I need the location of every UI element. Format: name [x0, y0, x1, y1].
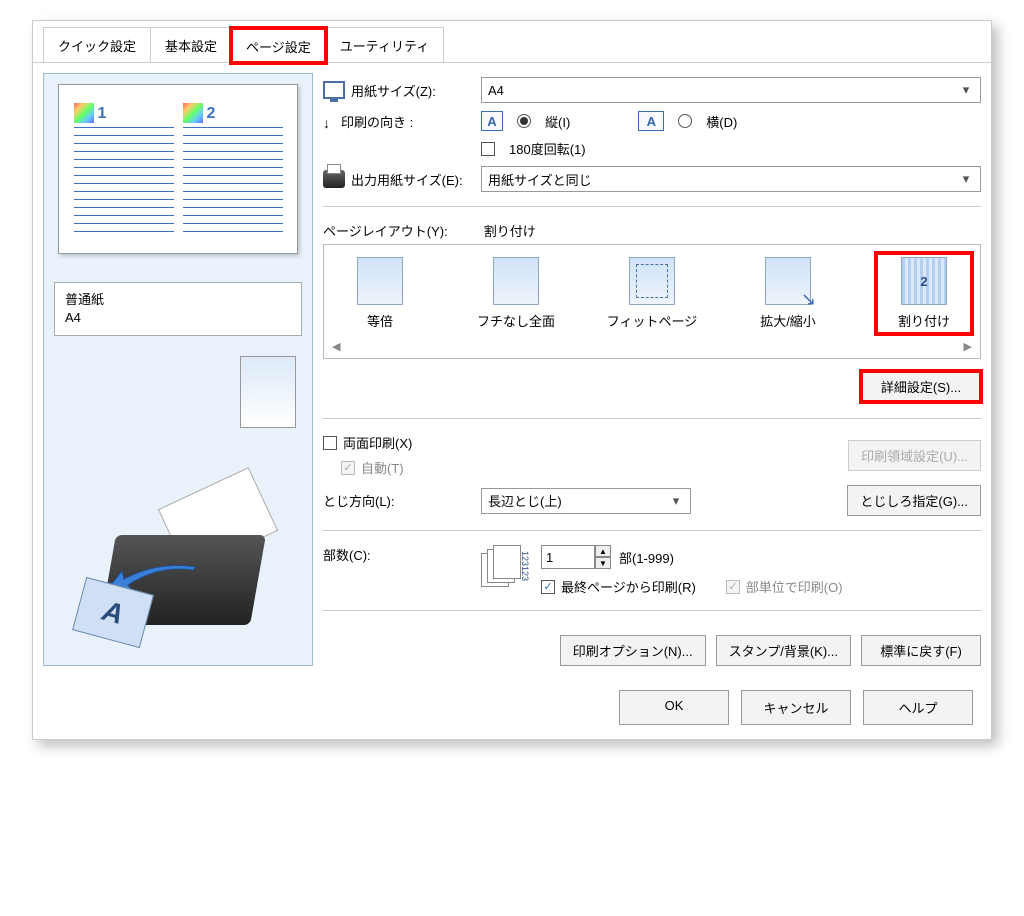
layout-option-nup[interactable]: 2 割り付け	[876, 253, 972, 334]
reverse-order-checkbox[interactable]: ✓	[541, 580, 555, 594]
printer-settings-dialog: クイック設定 基本設定 ページ設定 ユーティリティ 1 2	[32, 20, 992, 740]
auto-duplex-checkbox: ✓	[341, 461, 355, 475]
page-number: 2	[207, 105, 216, 123]
tab-basic-settings[interactable]: 基本設定	[150, 27, 232, 62]
copies-icon-numbers: 123123	[520, 551, 529, 581]
copies-range-label: 部(1-999)	[619, 548, 674, 567]
monitor-icon	[323, 81, 345, 99]
output-paper-size-value: 用紙サイズと同じ	[488, 170, 592, 189]
nup-icon: 2	[901, 257, 947, 305]
duplex-checkbox[interactable]	[323, 436, 337, 450]
rainbow-icon	[183, 103, 203, 123]
borderless-icon	[493, 257, 539, 305]
layout-option-scaled[interactable]: 拡大/縮小	[740, 253, 836, 334]
binding-direction-label: とじ方向(L):	[323, 491, 395, 510]
layout-option-fit-to-page[interactable]: フィットページ	[604, 253, 700, 334]
rainbow-icon	[74, 103, 94, 123]
copies-label: 部数(C):	[323, 545, 371, 564]
preview-page-2: 2	[183, 99, 283, 239]
separator	[323, 206, 981, 207]
restore-defaults-button[interactable]: 標準に戻す(F)	[861, 635, 981, 666]
separator	[323, 418, 981, 419]
ok-button[interactable]: OK	[619, 690, 729, 725]
scroll-left-icon[interactable]: ◀	[332, 340, 340, 354]
page-layout-label: ページレイアウト(Y):	[323, 221, 448, 240]
scroll-right-icon[interactable]: ▶	[964, 340, 972, 354]
chevron-down-icon: ▾	[958, 171, 974, 187]
printer-icon	[323, 170, 345, 188]
paper-info-box: 普通紙 A4	[54, 282, 302, 336]
binding-direction-select[interactable]: 長辺とじ(上) ▾	[481, 488, 691, 514]
layout-option-label: 割り付け	[898, 311, 950, 330]
layout-option-borderless[interactable]: フチなし全面	[468, 253, 564, 334]
orientation-landscape-radio[interactable]	[678, 114, 692, 128]
spinner-up-button[interactable]: ▲	[595, 545, 611, 557]
settings-panel: 用紙サイズ(Z): A4 ▾ 印刷の向き : A 縦(I) A	[323, 73, 981, 666]
layout-option-normal[interactable]: 等倍	[332, 253, 428, 334]
dialog-button-bar: OK キャンセル ヘルプ	[33, 676, 991, 739]
print-area-button: 印刷領域設定(U)...	[848, 440, 981, 471]
text-lines-icon	[74, 127, 174, 239]
help-button[interactable]: ヘルプ	[863, 690, 973, 725]
paper-size-label: 用紙サイズ(Z):	[351, 81, 436, 100]
layout-option-label: 拡大/縮小	[760, 311, 816, 330]
portrait-icon: A	[481, 111, 503, 131]
copies-input[interactable]	[541, 545, 595, 569]
layout-preview: 1 2	[58, 84, 298, 254]
collate-checkbox: ✓	[726, 580, 740, 594]
page-layout-chooser: 等倍 フチなし全面 フィットページ 拡大/縮小	[323, 244, 981, 359]
layout-option-label: フチなし全面	[477, 311, 555, 330]
output-paper-size-select[interactable]: 用紙サイズと同じ ▾	[481, 166, 981, 192]
paper-type-label: 普通紙	[65, 291, 291, 309]
printer-illustration: A	[68, 465, 288, 655]
text-lines-icon	[183, 127, 283, 239]
tab-quick-setup[interactable]: クイック設定	[43, 27, 151, 62]
orientation-landscape-label: 横(D)	[706, 112, 737, 131]
reverse-order-label: 最終ページから印刷(R)	[561, 577, 696, 596]
rotate-180-checkbox[interactable]	[481, 142, 495, 156]
separator	[323, 610, 981, 611]
stamp-background-button[interactable]: スタンプ/背景(K)...	[716, 635, 851, 666]
collate-label: 部単位で印刷(O)	[746, 577, 843, 596]
duplex-label: 両面印刷(X)	[343, 433, 412, 452]
separator	[323, 530, 981, 531]
print-options-button[interactable]: 印刷オプション(N)...	[560, 635, 706, 666]
orientation-portrait-radio[interactable]	[517, 114, 531, 128]
preview-panel: 1 2 普通紙 A4	[43, 73, 313, 666]
rotate-180-label: 180度回転(1)	[509, 139, 586, 158]
copies-icon: 123123	[481, 545, 523, 587]
layout-option-label: フィットページ	[607, 311, 697, 330]
output-preview-thumb	[240, 356, 296, 428]
chevron-down-icon: ▾	[958, 82, 974, 98]
cancel-button[interactable]: キャンセル	[741, 690, 851, 725]
paper-size-value: A4	[488, 83, 504, 98]
spinner-down-button[interactable]: ▼	[595, 557, 611, 569]
page-layout-value: 割り付け	[484, 221, 536, 240]
preview-page-1: 1	[74, 99, 174, 239]
layout-option-label: 等倍	[367, 311, 393, 330]
output-paper-size-label: 出力用紙サイズ(E):	[351, 170, 463, 189]
paper-size-label: A4	[65, 309, 291, 327]
detail-settings-button[interactable]: 詳細設定(S)...	[861, 371, 981, 402]
tab-page-setup[interactable]: ページ設定	[231, 28, 326, 63]
fit-page-icon	[629, 257, 675, 305]
landscape-icon: A	[638, 111, 664, 131]
orientation-portrait-label: 縦(I)	[545, 112, 570, 131]
down-arrow-icon	[323, 115, 335, 127]
scale-icon	[765, 257, 811, 305]
nup-number: 2	[920, 274, 927, 289]
copies-spinner[interactable]: ▲ ▼	[541, 545, 611, 569]
normal-size-icon	[357, 257, 403, 305]
paper-size-select[interactable]: A4 ▾	[481, 77, 981, 103]
auto-duplex-label: 自動(T)	[361, 458, 404, 477]
orientation-label: 印刷の向き :	[341, 112, 413, 131]
chevron-down-icon: ▾	[668, 493, 684, 509]
page-number: 1	[98, 105, 107, 123]
tab-utility[interactable]: ユーティリティ	[325, 27, 444, 62]
binding-margin-button[interactable]: とじしろ指定(G)...	[847, 485, 981, 516]
tab-bar: クイック設定 基本設定 ページ設定 ユーティリティ	[33, 21, 991, 63]
binding-direction-value: 長辺とじ(上)	[488, 491, 562, 510]
